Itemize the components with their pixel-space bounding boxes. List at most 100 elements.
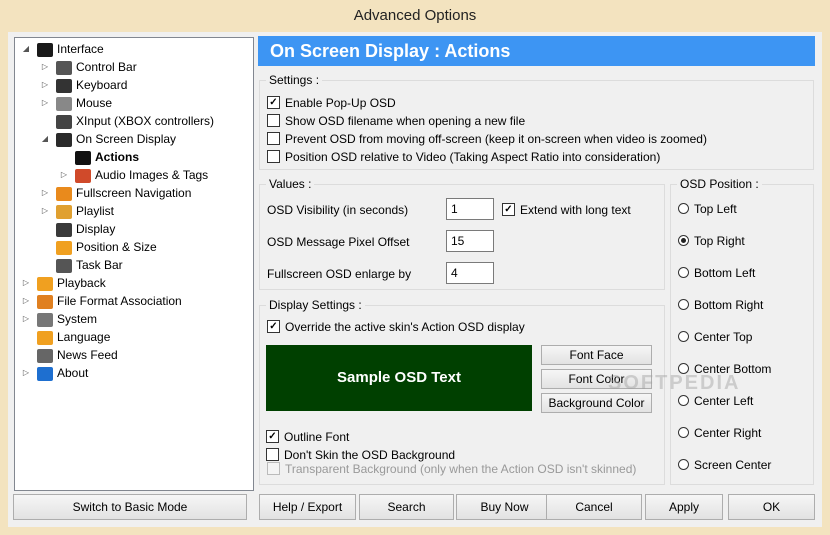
tree-item-label: System — [57, 312, 98, 326]
osd-position-group: OSD Position : Top Left Top Right Bottom L… — [670, 177, 814, 485]
expand-arrow-icon[interactable]: ▷ — [21, 364, 31, 382]
window-title: Advanced Options — [353, 7, 477, 24]
tree-item[interactable]: ▷ Keyboard — [42, 76, 127, 94]
tree-item-label: About — [57, 366, 89, 380]
taskbar-icon — [56, 258, 72, 273]
tree-item[interactable]: ▷ Playlist — [42, 202, 115, 220]
show-osd-filename-checkbox[interactable]: Show OSD filename when opening a new fil… — [267, 113, 525, 129]
radio-dot — [678, 427, 689, 439]
values-group: Values : OSD Visibility (in seconds) ✓ Ex… — [259, 177, 665, 290]
checkbox-box: ✓ — [502, 203, 515, 217]
tree-item-label: Playback — [57, 276, 106, 290]
page-title: On Screen Display : Actions — [258, 36, 815, 66]
osd-position-radio[interactable]: Center Left — [678, 393, 753, 409]
gamepad-icon — [56, 114, 72, 129]
tree-item[interactable]: Position & Size — [56, 238, 157, 256]
transparent-background-checkbox[interactable]: Transparent Background (only when the Ac… — [267, 461, 636, 477]
window-client: ◢ Interface ▷ Control Bar ▷ Keyboard ▷ Mouse XIn… — [8, 32, 822, 527]
cancel-button[interactable]: Cancel — [546, 494, 642, 520]
tree-item-label: Control Bar — [76, 60, 137, 74]
tree-item[interactable]: Task Bar — [56, 256, 123, 274]
osd-position-radio[interactable]: Top Left — [678, 201, 737, 217]
tree-item-label: Playlist — [76, 204, 115, 218]
expand-arrow-icon[interactable]: ▷ — [40, 202, 50, 220]
radio-dot — [678, 331, 689, 343]
tree-item[interactable]: ▷ Audio Images & Tags — [61, 166, 208, 184]
tree-item[interactable]: XInput (XBOX controllers) — [56, 112, 214, 130]
monitor-icon — [56, 132, 72, 147]
running-man-icon — [75, 150, 91, 165]
fullscreen-enlarge-input[interactable] — [446, 262, 494, 284]
checkbox-label: Transparent Background (only when the Ac… — [285, 462, 637, 476]
osd-position-radio[interactable]: Bottom Right — [678, 297, 763, 313]
osd-position-radio[interactable]: Center Right — [678, 425, 761, 441]
osd-position-radio[interactable]: Screen Center — [678, 457, 771, 473]
tree-item-label: Fullscreen Navigation — [76, 186, 192, 200]
tree-item[interactable]: ▷ About — [23, 364, 89, 382]
tree-item[interactable]: ◢ Interface — [23, 40, 104, 58]
expand-arrow-icon[interactable]: ▷ — [40, 94, 50, 112]
tree-item-label: Mouse — [76, 96, 113, 110]
tree-item-label: Interface — [57, 42, 104, 56]
outline-font-checkbox[interactable]: ✓ Outline Font — [266, 429, 349, 445]
tree-item[interactable]: ▷ Control Bar — [42, 58, 137, 76]
tree-item[interactable]: ◢ On Screen Display — [42, 130, 176, 148]
override-skin-osd-checkbox[interactable]: ✓ Override the active skin's Action OSD d… — [267, 319, 525, 335]
position-icon — [56, 240, 72, 255]
position-osd-relative-checkbox[interactable]: Position OSD relative to Video (Taking A… — [267, 149, 660, 165]
extend-long-text-checkbox[interactable]: ✓ Extend with long text — [502, 202, 631, 218]
osd-position-legend: OSD Position : — [677, 177, 762, 191]
expand-arrow-icon[interactable]: ▷ — [40, 76, 50, 94]
expand-arrow-icon[interactable]: ▷ — [59, 166, 69, 184]
font-face-button[interactable]: Font Face — [541, 345, 652, 365]
tree-item[interactable]: ▷ Fullscreen Navigation — [42, 184, 192, 202]
expand-arrow-icon[interactable]: ▷ — [21, 310, 31, 328]
tree-item-label: News Feed — [57, 348, 118, 362]
prevent-osd-offscreen-checkbox[interactable]: Prevent OSD from moving off-screen (keep… — [267, 131, 707, 147]
options-tree[interactable]: ◢ Interface ▷ Control Bar ▷ Keyboard ▷ Mouse XIn… — [14, 37, 254, 491]
tree-item-label: Task Bar — [76, 258, 123, 272]
tree-item[interactable]: Display — [56, 220, 115, 238]
radio-dot — [678, 299, 689, 311]
collapse-arrow-icon[interactable]: ◢ — [40, 130, 50, 148]
ok-button[interactable]: OK — [728, 494, 815, 520]
radio-dot — [678, 267, 689, 279]
background-color-button[interactable]: Background Color — [541, 393, 652, 413]
tree-item[interactable]: Language — [37, 328, 110, 346]
tree-item[interactable]: ▷ Playback — [23, 274, 106, 292]
osd-pixel-offset-input[interactable] — [446, 230, 494, 252]
help-export-button[interactable]: Help / Export — [259, 494, 356, 520]
control-bar-icon — [56, 60, 72, 75]
radio-label: Screen Center — [694, 458, 772, 472]
switch-basic-mode-button[interactable]: Switch to Basic Mode — [13, 494, 247, 520]
tree-item[interactable]: News Feed — [37, 346, 118, 364]
expand-arrow-icon[interactable]: ▷ — [40, 58, 50, 76]
buy-now-button[interactable]: Buy Now — [456, 494, 553, 520]
osd-visibility-input[interactable] — [446, 198, 494, 220]
fullscreen-icon — [56, 186, 72, 201]
checkbox-label: Position OSD relative to Video (Taking A… — [285, 150, 661, 164]
dont-skin-background-checkbox[interactable]: Don't Skin the OSD Background — [266, 447, 455, 463]
keyboard-icon — [56, 78, 72, 93]
checkbox-label: Override the active skin's Action OSD di… — [285, 320, 525, 334]
expand-arrow-icon[interactable]: ▷ — [40, 184, 50, 202]
search-button[interactable]: Search — [359, 494, 454, 520]
tree-item[interactable]: ▷ File Format Association — [23, 292, 182, 310]
expand-arrow-icon[interactable]: ▷ — [21, 274, 31, 292]
tree-item[interactable]: ▷ System — [23, 310, 98, 328]
osd-position-radio[interactable]: Top Right — [678, 233, 745, 249]
collapse-arrow-icon[interactable]: ◢ — [21, 40, 31, 58]
osd-position-radio[interactable]: Bottom Left — [678, 265, 755, 281]
file-association-icon — [37, 294, 53, 309]
osd-position-radio[interactable]: Center Top — [678, 329, 752, 345]
softpedia-watermark: SOFTPEDIA — [608, 372, 741, 394]
radio-dot — [678, 459, 689, 471]
expand-arrow-icon[interactable]: ▷ — [21, 292, 31, 310]
checkbox-label: Show OSD filename when opening a new fil… — [285, 114, 526, 128]
apply-button[interactable]: Apply — [645, 494, 723, 520]
enable-popup-osd-checkbox[interactable]: ✓ Enable Pop-Up OSD — [267, 95, 396, 111]
tree-item-label: XInput (XBOX controllers) — [76, 114, 215, 128]
tree-item[interactable]: Actions — [75, 148, 139, 166]
settings-legend: Settings : — [266, 73, 323, 87]
tree-item[interactable]: ▷ Mouse — [42, 94, 113, 112]
